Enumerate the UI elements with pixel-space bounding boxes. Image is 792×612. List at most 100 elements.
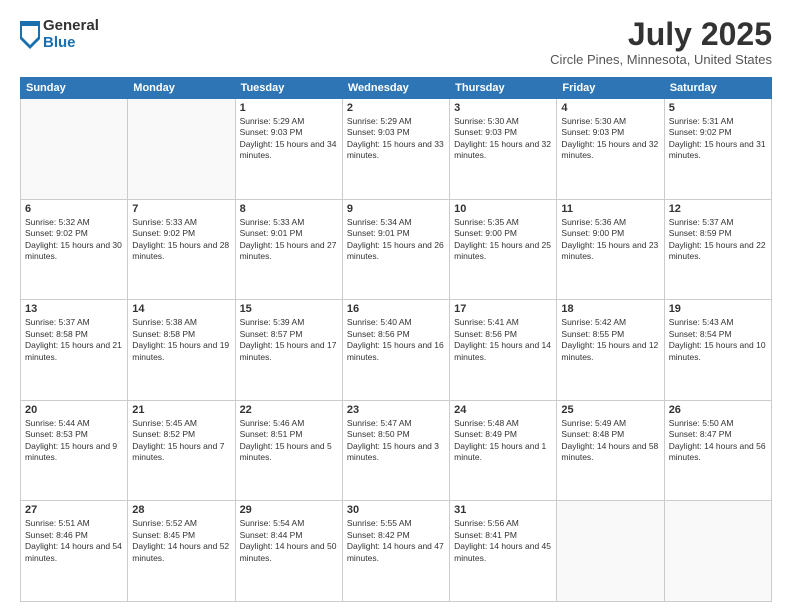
title-block: July 2025 Circle Pines, Minnesota, Unite… — [550, 18, 772, 67]
day-number: 30 — [347, 504, 445, 516]
col-monday: Monday — [128, 78, 235, 99]
calendar-cell: 12Sunrise: 5:37 AMSunset: 8:59 PMDayligh… — [664, 199, 771, 300]
calendar-cell: 8Sunrise: 5:33 AMSunset: 9:01 PMDaylight… — [235, 199, 342, 300]
calendar-cell: 7Sunrise: 5:33 AMSunset: 9:02 PMDaylight… — [128, 199, 235, 300]
day-number: 12 — [669, 203, 767, 215]
cell-info: Sunrise: 5:33 AMSunset: 9:01 PMDaylight:… — [240, 217, 338, 263]
page: General Blue July 2025 Circle Pines, Min… — [0, 0, 792, 612]
logo-general-text: General — [43, 18, 99, 35]
day-number: 28 — [132, 504, 230, 516]
day-number: 17 — [454, 303, 552, 315]
cell-info: Sunrise: 5:55 AMSunset: 8:42 PMDaylight:… — [347, 518, 445, 564]
day-number: 18 — [561, 303, 659, 315]
day-number: 19 — [669, 303, 767, 315]
day-number: 5 — [669, 102, 767, 114]
col-friday: Friday — [557, 78, 664, 99]
calendar-cell — [21, 99, 128, 200]
day-number: 2 — [347, 102, 445, 114]
calendar-cell: 1Sunrise: 5:29 AMSunset: 9:03 PMDaylight… — [235, 99, 342, 200]
day-number: 6 — [25, 203, 123, 215]
day-number: 11 — [561, 203, 659, 215]
calendar-week-row-2: 13 Sunrise: 5:37 AMSunset: 8:58 PMDayligh… — [21, 300, 772, 401]
day-number: 20 — [25, 404, 123, 416]
day-number: 22 — [240, 404, 338, 416]
calendar-cell: 19Sunrise: 5:43 AMSunset: 8:54 PMDayligh… — [664, 300, 771, 401]
cell-info: Sunrise: 5:48 AMSunset: 8:49 PMDaylight:… — [454, 418, 552, 464]
cell-info: Sunrise: 5:46 AMSunset: 8:51 PMDaylight:… — [240, 418, 338, 464]
calendar-cell: 25Sunrise: 5:49 AMSunset: 8:48 PMDayligh… — [557, 400, 664, 501]
calendar-cell: 31 Sunrise: 5:56 AMSunset: 8:41 PMDayligh… — [450, 501, 557, 602]
cell-info: Sunrise: 5:29 AMSunset: 9:03 PMDaylight:… — [240, 116, 338, 162]
calendar-cell: 13 Sunrise: 5:37 AMSunset: 8:58 PMDayligh… — [21, 300, 128, 401]
cell-info: Sunrise: 5:50 AMSunset: 8:47 PMDaylight:… — [669, 418, 767, 464]
cell-info: Sunrise: 5:51 AMSunset: 8:46 PMDaylight:… — [25, 518, 123, 564]
day-number: 3 — [454, 102, 552, 114]
col-sunday: Sunday — [21, 78, 128, 99]
logo-text: General Blue — [43, 18, 99, 51]
col-thursday: Thursday — [450, 78, 557, 99]
cell-info: Sunrise: 5:40 AMSunset: 8:56 PMDaylight:… — [347, 317, 445, 363]
day-number: 10 — [454, 203, 552, 215]
calendar-cell: 24 Sunrise: 5:48 AMSunset: 8:49 PMDayligh… — [450, 400, 557, 501]
calendar-cell: 21 Sunrise: 5:45 AMSunset: 8:52 PMDayligh… — [128, 400, 235, 501]
day-number: 7 — [132, 203, 230, 215]
cell-info: Sunrise: 5:47 AMSunset: 8:50 PMDaylight:… — [347, 418, 445, 464]
day-number: 14 — [132, 303, 230, 315]
day-number: 13 — [25, 303, 123, 315]
logo-blue-text: Blue — [43, 35, 99, 52]
calendar-cell: 28 Sunrise: 5:52 AMSunset: 8:45 PMDayligh… — [128, 501, 235, 602]
calendar-cell: 14 Sunrise: 5:38 AMSunset: 8:58 PMDayligh… — [128, 300, 235, 401]
col-wednesday: Wednesday — [342, 78, 449, 99]
cell-info: Sunrise: 5:56 AMSunset: 8:41 PMDaylight:… — [454, 518, 552, 564]
calendar-cell: 11 Sunrise: 5:36 AMSunset: 9:00 PMDayligh… — [557, 199, 664, 300]
day-number: 26 — [669, 404, 767, 416]
calendar-cell: 18Sunrise: 5:42 AMSunset: 8:55 PMDayligh… — [557, 300, 664, 401]
col-saturday: Saturday — [664, 78, 771, 99]
cell-info: Sunrise: 5:36 AMSunset: 9:00 PMDaylight:… — [561, 217, 659, 263]
day-number: 29 — [240, 504, 338, 516]
cell-info: Sunrise: 5:31 AMSunset: 9:02 PMDaylight:… — [669, 116, 767, 162]
day-number: 15 — [240, 303, 338, 315]
cell-info: Sunrise: 5:37 AMSunset: 8:58 PMDaylight:… — [25, 317, 123, 363]
cell-info: Sunrise: 5:52 AMSunset: 8:45 PMDaylight:… — [132, 518, 230, 564]
calendar-cell: 30 Sunrise: 5:55 AMSunset: 8:42 PMDayligh… — [342, 501, 449, 602]
logo: General Blue — [20, 18, 99, 51]
day-number: 25 — [561, 404, 659, 416]
day-number: 23 — [347, 404, 445, 416]
day-number: 9 — [347, 203, 445, 215]
cell-info: Sunrise: 5:34 AMSunset: 9:01 PMDaylight:… — [347, 217, 445, 263]
day-number: 4 — [561, 102, 659, 114]
calendar-week-row-4: 27Sunrise: 5:51 AMSunset: 8:46 PMDayligh… — [21, 501, 772, 602]
calendar-week-row-3: 20 Sunrise: 5:44 AMSunset: 8:53 PMDayligh… — [21, 400, 772, 501]
logo-icon — [20, 21, 40, 49]
cell-info: Sunrise: 5:45 AMSunset: 8:52 PMDaylight:… — [132, 418, 230, 464]
cell-info: Sunrise: 5:38 AMSunset: 8:58 PMDaylight:… — [132, 317, 230, 363]
col-tuesday: Tuesday — [235, 78, 342, 99]
calendar-cell: 10 Sunrise: 5:35 AMSunset: 9:00 PMDayligh… — [450, 199, 557, 300]
calendar-cell: 23 Sunrise: 5:47 AMSunset: 8:50 PMDayligh… — [342, 400, 449, 501]
cell-info: Sunrise: 5:54 AMSunset: 8:44 PMDaylight:… — [240, 518, 338, 564]
day-number: 16 — [347, 303, 445, 315]
calendar-cell: 3 Sunrise: 5:30 AMSunset: 9:03 PMDaylight… — [450, 99, 557, 200]
month-year-title: July 2025 — [550, 18, 772, 50]
cell-info: Sunrise: 5:30 AMSunset: 9:03 PMDaylight:… — [454, 116, 552, 162]
location-text: Circle Pines, Minnesota, United States — [550, 52, 772, 67]
calendar-cell: 6Sunrise: 5:32 AMSunset: 9:02 PMDaylight… — [21, 199, 128, 300]
calendar-cell: 15Sunrise: 5:39 AMSunset: 8:57 PMDayligh… — [235, 300, 342, 401]
cell-info: Sunrise: 5:41 AMSunset: 8:56 PMDaylight:… — [454, 317, 552, 363]
calendar-cell: 4 Sunrise: 5:30 AMSunset: 9:03 PMDaylight… — [557, 99, 664, 200]
calendar-cell: 20 Sunrise: 5:44 AMSunset: 8:53 PMDayligh… — [21, 400, 128, 501]
calendar-cell: 22 Sunrise: 5:46 AMSunset: 8:51 PMDayligh… — [235, 400, 342, 501]
calendar-cell — [128, 99, 235, 200]
header: General Blue July 2025 Circle Pines, Min… — [20, 18, 772, 67]
day-number: 24 — [454, 404, 552, 416]
calendar-week-row-1: 6Sunrise: 5:32 AMSunset: 9:02 PMDaylight… — [21, 199, 772, 300]
cell-info: Sunrise: 5:44 AMSunset: 8:53 PMDaylight:… — [25, 418, 123, 464]
calendar-cell: 16 Sunrise: 5:40 AMSunset: 8:56 PMDayligh… — [342, 300, 449, 401]
cell-info: Sunrise: 5:29 AMSunset: 9:03 PMDaylight:… — [347, 116, 445, 162]
day-number: 21 — [132, 404, 230, 416]
cell-info: Sunrise: 5:35 AMSunset: 9:00 PMDaylight:… — [454, 217, 552, 263]
calendar-cell: 27Sunrise: 5:51 AMSunset: 8:46 PMDayligh… — [21, 501, 128, 602]
cell-info: Sunrise: 5:30 AMSunset: 9:03 PMDaylight:… — [561, 116, 659, 162]
day-number: 31 — [454, 504, 552, 516]
